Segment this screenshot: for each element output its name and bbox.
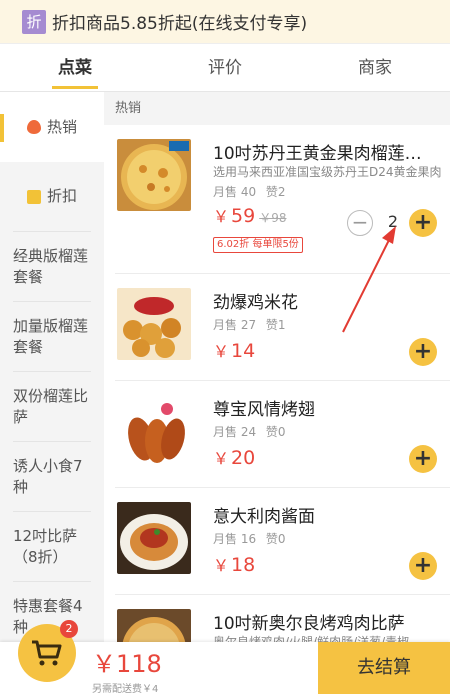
quantity-value: 2 — [387, 212, 398, 231]
sidebar-item-label: 12吋比萨（8折） — [13, 526, 78, 566]
product-name: 尊宝风情烤翅 — [213, 400, 315, 420]
section-title: 热销 — [104, 92, 450, 125]
monthly-sales: 月售 27 — [213, 318, 257, 332]
product-item[interactable]: 劲爆鸡米花 月售 27 赞1 ￥ 14 + — [115, 274, 450, 381]
likes: 赞1 — [265, 318, 286, 332]
sidebar-item-label: 双份榴莲比萨 — [13, 386, 89, 426]
product-name: 劲爆鸡米花 — [213, 293, 298, 313]
add-to-cart-button[interactable]: + — [409, 445, 437, 473]
product-stats: 月售 16 赞0 — [213, 530, 286, 547]
product-item[interactable]: 尊宝风情烤翅 月售 24 赞0 ￥ 20 + — [115, 381, 450, 488]
product-stats: 月售 27 赞1 — [213, 316, 286, 333]
product-image-pizza — [117, 139, 191, 211]
price-value: 18 — [231, 554, 256, 576]
cart-count-badge: 2 — [60, 620, 78, 638]
original-price: ￥98 — [259, 211, 287, 225]
promo-banner[interactable]: 折 折扣商品5.85折起(在线支付专享) — [0, 0, 450, 44]
product-stats: 月售 40 赞2 — [213, 183, 286, 200]
fire-icon — [26, 120, 41, 134]
likes: 赞0 — [265, 425, 286, 439]
price-value: 20 — [231, 447, 256, 469]
product-name: 10吋新奥尔良烤鸡肉比萨 — [213, 614, 405, 634]
add-to-cart-button[interactable]: + — [409, 209, 437, 237]
sidebar-item-classic-durian[interactable]: 经典版榴莲套餐 — [0, 232, 104, 302]
decrease-quantity-button[interactable]: − — [347, 210, 373, 236]
likes: 赞2 — [265, 185, 286, 199]
product-price: ￥ 18 — [213, 552, 255, 576]
cart-icon — [32, 640, 62, 666]
tab-bar: 点菜 评价 商家 — [0, 44, 450, 92]
currency: ￥ — [213, 556, 230, 575]
currency: ￥ — [213, 342, 230, 361]
app: 折 折扣商品5.85折起(在线支付专享) 点菜 评价 商家 热销 折扣 经典版榴… — [0, 0, 450, 694]
product-name: 10吋苏丹王黄金果肉榴莲比萨 — [213, 144, 438, 164]
product-image-popcorn-chicken — [117, 288, 191, 360]
cart-total: ￥118 — [92, 650, 162, 678]
price-value: 14 — [231, 340, 256, 362]
product-list: 热销 10吋苏丹王黄金果肉榴莲比萨 选用马来西亚准国宝级苏丹王D24黄金果肉 月… — [104, 92, 450, 694]
tab-merchant[interactable]: 商家 — [300, 44, 450, 91]
monthly-sales: 月售 40 — [213, 185, 257, 199]
discount-tag: 6.02折 每单限5份 — [213, 237, 303, 253]
product-image-chicken-wings — [117, 395, 191, 467]
add-to-cart-button[interactable]: + — [409, 338, 437, 366]
product-price: ￥ 20 — [213, 445, 255, 469]
product-item[interactable]: 10吋苏丹王黄金果肉榴莲比萨 选用马来西亚准国宝级苏丹王D24黄金果肉 月售 4… — [115, 125, 450, 274]
price-value: 59 — [231, 205, 256, 227]
delivery-fee: 另需配送费￥4 — [92, 684, 159, 694]
monthly-sales: 月售 24 — [213, 425, 257, 439]
sidebar-item-label: 经典版榴莲套餐 — [13, 246, 89, 286]
product-desc: 选用马来西亚准国宝级苏丹王D24黄金果肉 — [213, 165, 442, 179]
product-stats: 月售 24 赞0 — [213, 423, 286, 440]
product-item[interactable]: 意大利肉酱面 月售 16 赞0 ￥ 18 + — [115, 488, 450, 595]
monthly-sales: 月售 16 — [213, 532, 257, 546]
discount-badge-icon: 折 — [22, 9, 46, 34]
promo-text: 折扣商品5.85折起(在线支付专享) — [52, 14, 308, 34]
category-sidebar: 热销 折扣 经典版榴莲套餐 加量版榴莲套餐 双份榴莲比萨 诱人小食7种 12吋比… — [0, 92, 104, 694]
sidebar-item-extra-durian[interactable]: 加量版榴莲套餐 — [0, 302, 104, 372]
product-name: 意大利肉酱面 — [213, 507, 315, 527]
product-price: ￥ 14 — [213, 338, 255, 362]
sidebar-item-label: 加量版榴莲套餐 — [13, 316, 89, 356]
likes: 赞0 — [265, 532, 286, 546]
cart-footer: 2 ￥118 另需配送费￥4 去结算 — [0, 620, 450, 694]
tab-reviews[interactable]: 评价 — [150, 44, 300, 91]
currency: ￥ — [213, 207, 230, 226]
tab-order[interactable]: 点菜 — [0, 44, 150, 91]
product-price: ￥ 59 ￥98 — [213, 203, 286, 227]
tag-icon — [26, 189, 41, 204]
currency: ￥ — [213, 449, 230, 468]
sidebar-item-label: 诱人小食7种 — [13, 456, 83, 496]
sidebar-item-discount[interactable]: 折扣 — [0, 162, 104, 232]
add-to-cart-button[interactable]: + — [409, 552, 437, 580]
sidebar-item-double-durian[interactable]: 双份榴莲比萨 — [0, 372, 104, 442]
sidebar-item-snacks[interactable]: 诱人小食7种 — [0, 442, 104, 512]
sidebar-item-label: 热销 — [46, 117, 77, 136]
sidebar-item-label: 折扣 — [46, 187, 77, 205]
checkout-button[interactable]: 去结算 — [318, 642, 450, 694]
sidebar-item-12inch-pizza[interactable]: 12吋比萨（8折） — [0, 512, 104, 582]
product-image-spaghetti — [117, 502, 191, 574]
sidebar-item-hot[interactable]: 热销 — [0, 92, 104, 162]
